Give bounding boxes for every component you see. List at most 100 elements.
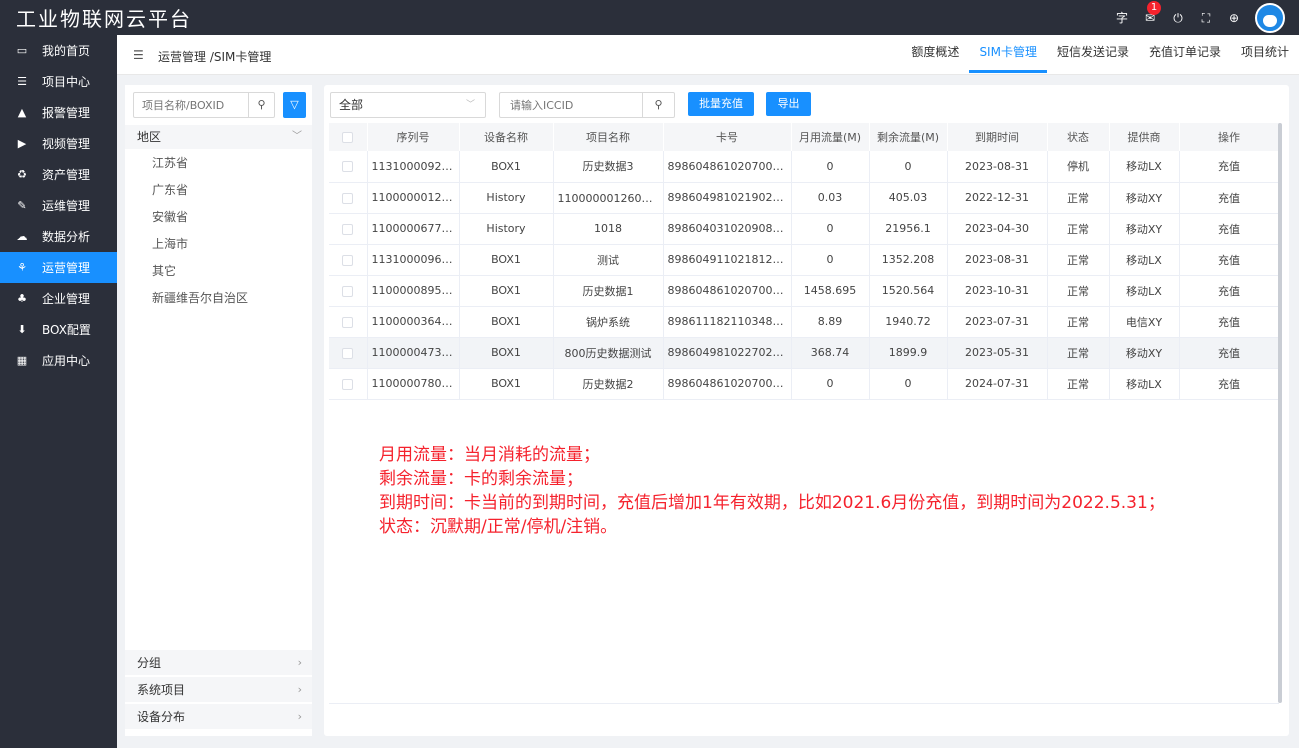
- recharge-link[interactable]: 充值: [1179, 151, 1280, 183]
- project-search-input[interactable]: [134, 93, 248, 117]
- row-checkbox[interactable]: [342, 223, 354, 235]
- table-cell: 110000036499: [367, 306, 460, 338]
- provider-link[interactable]: 移动XY: [1109, 213, 1180, 245]
- row-select-cell[interactable]: [329, 213, 368, 245]
- sidebar-item-box-config[interactable]: ⬇ BOX配置: [0, 314, 117, 345]
- iccid-input[interactable]: [500, 93, 640, 117]
- table-header-row: 序列号 设备名称 项目名称 卡号 月用流量(M) 剩余流量(M) 到期时间 状态…: [329, 123, 1280, 151]
- region-item[interactable]: 广东省: [152, 182, 248, 209]
- tab-sms-records[interactable]: 短信发送记录: [1047, 35, 1139, 73]
- row-select-cell[interactable]: [329, 368, 368, 400]
- sidebar-item-alarms[interactable]: ▲ 报警管理: [0, 97, 117, 128]
- row-checkbox[interactable]: [342, 161, 354, 173]
- table-cell: 1352.208: [869, 244, 948, 276]
- section-label: 分组: [137, 656, 162, 670]
- row-checkbox[interactable]: [342, 378, 354, 390]
- recharge-link[interactable]: 充值: [1179, 182, 1280, 214]
- section-group[interactable]: 分组 ›: [125, 649, 312, 675]
- region-item[interactable]: 安徽省: [152, 209, 248, 236]
- row-checkbox[interactable]: [342, 285, 354, 297]
- region-item[interactable]: 江苏省: [152, 155, 248, 182]
- row-select-cell[interactable]: [329, 244, 368, 276]
- provider-link[interactable]: 移动XY: [1109, 182, 1180, 214]
- tab-sim-management[interactable]: SIM卡管理: [969, 35, 1047, 73]
- region-item[interactable]: 其它: [152, 263, 248, 290]
- row-select-cell[interactable]: [329, 151, 368, 183]
- note-line: 到期时间：卡当前的到期时间，充值后增加1年有效期，比如2021.6月份充值，到期…: [379, 493, 1165, 513]
- recharge-link[interactable]: 充值: [1179, 275, 1280, 307]
- mail-icon[interactable]: ✉ 1: [1143, 0, 1161, 25]
- region-item[interactable]: 上海市: [152, 236, 248, 263]
- region-section-header[interactable]: 地区 ﹀: [125, 125, 312, 149]
- sidebar-item-video[interactable]: ▶ 视频管理: [0, 128, 117, 159]
- row-select-cell[interactable]: [329, 275, 368, 307]
- avatar[interactable]: [1255, 2, 1285, 33]
- tab-quota-overview[interactable]: 额度概述: [901, 35, 969, 73]
- recharge-link[interactable]: 充值: [1179, 244, 1280, 276]
- table-cell: 锅炉系统: [553, 306, 664, 338]
- table-cell: History: [459, 182, 554, 214]
- select-all-checkbox[interactable]: [342, 132, 354, 143]
- status-select[interactable]: 全部 ﹀: [330, 92, 486, 118]
- provider-link[interactable]: 移动LX: [1109, 368, 1180, 400]
- table-cell: 21956.1: [869, 213, 948, 245]
- note-line: 状态：沉默期/正常/停机/注销。: [379, 517, 618, 537]
- table-cell: 89860486102070089...: [663, 151, 792, 183]
- sidebar-item-label: 运营管理: [42, 261, 91, 275]
- region-section-title: 地区: [137, 130, 162, 144]
- provider-link[interactable]: 移动LX: [1109, 244, 1180, 276]
- section-system-projects[interactable]: 系统项目 ›: [125, 676, 312, 702]
- provider-link[interactable]: 移动LX: [1109, 151, 1180, 183]
- row-checkbox[interactable]: [342, 254, 354, 266]
- row-checkbox[interactable]: [342, 316, 354, 328]
- globe-icon[interactable]: ⊕: [1227, 11, 1241, 25]
- fullscreen-icon[interactable]: ⛶: [1199, 11, 1213, 25]
- table-row: 110000036499 BOX1 锅炉系统 89861118211034815...…: [329, 306, 1280, 338]
- recharge-link[interactable]: 充值: [1179, 213, 1280, 245]
- row-select-cell[interactable]: [329, 306, 368, 338]
- provider-link[interactable]: 移动LX: [1109, 275, 1180, 307]
- table-cell: BOX1: [459, 337, 554, 369]
- export-button[interactable]: 导出: [766, 92, 811, 116]
- region-item[interactable]: 新疆维吾尔自治区: [152, 290, 248, 317]
- provider-link[interactable]: 移动XY: [1109, 337, 1180, 369]
- tab-recharge-orders[interactable]: 充值订单记录: [1139, 35, 1231, 73]
- select-all-cell[interactable]: [329, 123, 368, 151]
- sidebar-item-analytics[interactable]: ☁ 数据分析: [0, 221, 117, 252]
- provider-link[interactable]: 电信XY: [1109, 306, 1180, 338]
- sidebar-item-maintenance[interactable]: ✎ 运维管理: [0, 190, 117, 221]
- download-icon: ⬇: [17, 323, 27, 336]
- row-select-cell[interactable]: [329, 182, 368, 214]
- section-device-distribution[interactable]: 设备分布 ›: [125, 703, 312, 729]
- table-cell: History: [459, 213, 554, 245]
- recharge-link[interactable]: 充值: [1179, 337, 1280, 369]
- table-cell: 113100009227: [367, 151, 460, 183]
- table-cell: 正常: [1047, 213, 1110, 245]
- recharge-link[interactable]: 充值: [1179, 368, 1280, 400]
- sidebar-item-apps[interactable]: ▦ 应用中心: [0, 345, 117, 376]
- section-label: 设备分布: [137, 710, 186, 724]
- search-icon[interactable]: ⚲: [248, 93, 274, 117]
- sidebar-item-home[interactable]: ▭ 我的首页: [0, 35, 117, 66]
- power-icon[interactable]: ⏻: [1171, 11, 1185, 25]
- batch-recharge-button[interactable]: 批量充值: [688, 92, 754, 116]
- filter-icon[interactable]: ▽: [283, 92, 306, 118]
- translate-icon[interactable]: 字: [1115, 11, 1129, 25]
- row-checkbox[interactable]: [342, 347, 354, 359]
- row-checkbox[interactable]: [342, 192, 354, 204]
- search-icon[interactable]: ⚲: [642, 93, 674, 117]
- recharge-link[interactable]: 充值: [1179, 306, 1280, 338]
- menu-fold-icon[interactable]: ☰: [133, 49, 145, 61]
- table-cell: 110000001260测试: [553, 182, 664, 214]
- bell-icon: ▲: [17, 106, 27, 119]
- table-cell: 110000078052: [367, 368, 460, 400]
- sidebar-item-enterprise[interactable]: ♣ 企业管理: [0, 283, 117, 314]
- row-select-cell[interactable]: [329, 337, 368, 369]
- tab-project-stats[interactable]: 项目统计: [1231, 35, 1299, 73]
- sidebar-item-assets[interactable]: ♻ 资产管理: [0, 159, 117, 190]
- sidebar-item-operations[interactable]: ⚘ 运营管理: [0, 252, 117, 283]
- sidebar-item-projects[interactable]: ☰ 项目中心: [0, 66, 117, 97]
- table-cell: 正常: [1047, 182, 1110, 214]
- sidebar-item-label: 数据分析: [42, 230, 91, 244]
- table-scrollbar[interactable]: [1278, 123, 1282, 703]
